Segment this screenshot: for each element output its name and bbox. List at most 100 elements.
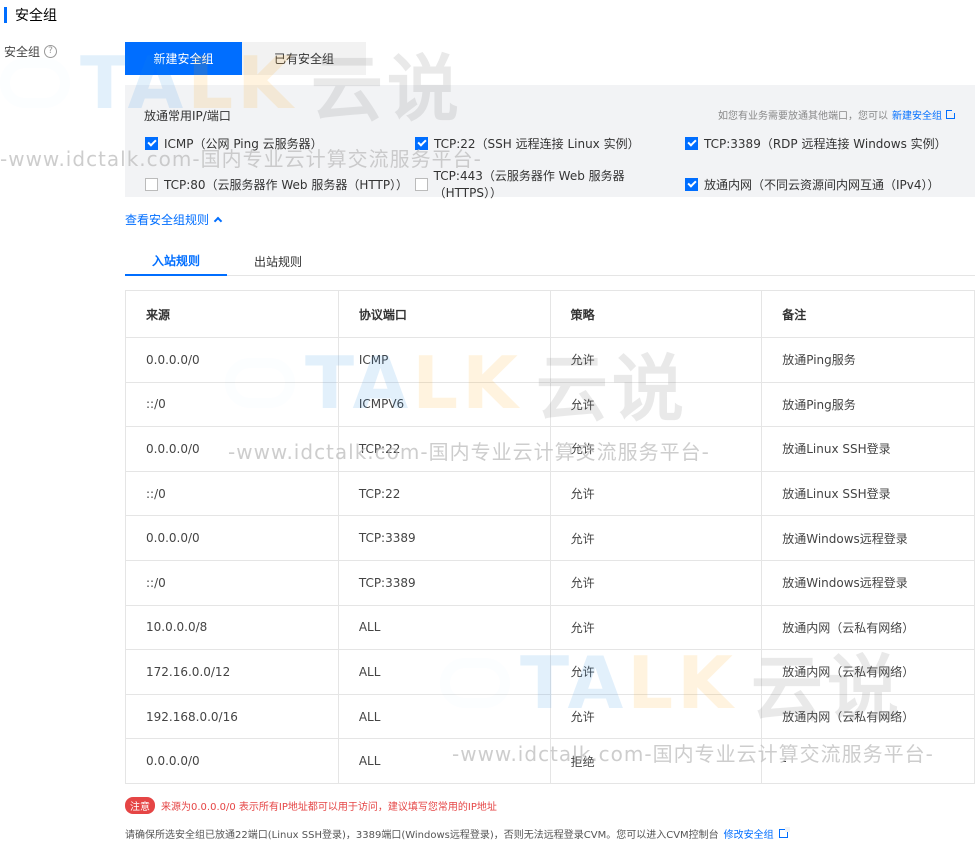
checkbox-intranet-box[interactable] — [685, 177, 698, 191]
cell-remark: 放通Ping服务 — [761, 381, 975, 428]
checkbox-tcp22[interactable]: TCP:22（SSH 远程连接 Linux 实例） — [415, 135, 685, 152]
cell-source: ::/0 — [125, 559, 339, 606]
security-group-label-text: 安全组 — [4, 45, 41, 59]
cell-port: ICMP — [337, 337, 551, 383]
external-link-icon — [778, 827, 790, 838]
watermark-cloud-icon — [0, 58, 70, 108]
cell-source: 0.0.0.0/0 — [125, 337, 339, 383]
cell-policy: 允许 — [549, 604, 763, 651]
notice-badge: 注意 — [125, 797, 155, 814]
checkbox-tcp80-box[interactable] — [145, 177, 158, 191]
notice-text: 来源为0.0.0.0/0 表示所有IP地址都可以用于访问，建议填写您常用的IP地… — [161, 802, 497, 813]
table-row: 0.0.0.0/0 TCP:22 允许 放通Linux SSH登录 — [125, 426, 975, 472]
new-security-group-button[interactable]: 新建安全组 — [125, 42, 242, 75]
cell-port: TCP:22 — [337, 426, 551, 472]
table-row: 0.0.0.0/0 ICMP 允许 放通Ping服务 — [125, 337, 975, 383]
column-header-remark: 备注 — [761, 290, 975, 338]
checkbox-tcp22-box[interactable] — [415, 137, 428, 150]
cell-remark: 放通Linux SSH登录 — [761, 470, 975, 517]
cell-source: ::/0 — [125, 470, 339, 517]
table-header-row: 来源 协议端口 策略 备注 — [125, 290, 975, 338]
checkbox-tcp443-box[interactable] — [415, 177, 428, 191]
cell-remark: 放通Linux SSH登录 — [761, 426, 975, 472]
cell-source: ::/0 — [125, 381, 339, 428]
cell-remark: 放通内网（云私有网络） — [761, 693, 975, 740]
cell-source: 172.16.0.0/12 — [125, 649, 339, 695]
cell-remark: 放通Windows远程登录 — [761, 559, 975, 606]
column-header-policy: 策略 — [549, 290, 763, 338]
cell-remark: - — [761, 738, 975, 784]
cell-policy: 拒绝 — [549, 738, 763, 784]
column-header-port: 协议端口 — [337, 290, 551, 338]
panel-tip-text: 如您有业务需要放通其他端口，您可以 — [718, 111, 888, 122]
cell-policy: 允许 — [549, 693, 763, 740]
cell-policy: 允许 — [549, 337, 763, 383]
checkbox-tcp80[interactable]: TCP:80（云服务器作 Web 服务器（HTTP）） — [145, 167, 415, 201]
modify-security-group-link[interactable]: 修改安全组 — [724, 826, 774, 841]
table-row: 0.0.0.0/0 ALL 拒绝 - — [125, 738, 975, 784]
footnote: 请确保所选安全组已放通22端口(Linux SSH登录)，3389端口(Wind… — [125, 826, 790, 841]
table-row: 0.0.0.0/0 TCP:3389 允许 放通Windows远程登录 — [125, 515, 975, 561]
cell-source: 10.0.0.0/8 — [125, 604, 339, 651]
cell-source: 192.168.0.0/16 — [125, 693, 339, 740]
table-row: ::/0 ICMPV6 允许 放通Ping服务 — [125, 381, 975, 428]
security-group-label: 安全组 ? — [4, 43, 58, 60]
checkbox-tcp80-label: TCP:80（云服务器作 Web 服务器（HTTP）） — [164, 177, 409, 192]
panel-tip: 如您有业务需要放通其他端口，您可以 新建安全组 — [718, 107, 957, 122]
table-row: 192.168.0.0/16 ALL 允许 放通内网（云私有网络） — [125, 693, 975, 740]
rule-tabs: 入站规则 出站规则 — [125, 246, 975, 276]
footnote-text: 请确保所选安全组已放通22端口(Linux SSH登录)，3389端口(Wind… — [125, 830, 719, 841]
cell-port: ALL — [337, 693, 551, 740]
tab-inbound[interactable]: 入站规则 — [125, 246, 228, 276]
checkbox-intranet[interactable]: 放通内网（不同云资源间内网互通（IPv4）） — [685, 167, 940, 201]
cell-port: ALL — [337, 604, 551, 651]
column-header-source: 来源 — [125, 290, 339, 338]
cell-source: 0.0.0.0/0 — [125, 426, 339, 472]
cell-remark: 放通内网（云私有网络） — [761, 604, 975, 651]
source-notice: 注意 来源为0.0.0.0/0 表示所有IP地址都可以用于访问，建议填写您常用的… — [125, 797, 497, 814]
help-icon[interactable]: ? — [44, 45, 58, 58]
tab-outbound[interactable]: 出站规则 — [227, 246, 329, 276]
cell-remark: 放通Windows远程登录 — [761, 515, 975, 561]
cell-policy: 允许 — [549, 515, 763, 561]
section-title: 安全组 — [15, 8, 57, 24]
table-row: ::/0 TCP:3389 允许 放通Windows远程登录 — [125, 559, 975, 606]
cell-policy: 允许 — [549, 426, 763, 472]
cell-remark: 放通Ping服务 — [761, 337, 975, 383]
checkbox-tcp443[interactable]: TCP:443（云服务器作 Web 服务器（HTTPS）） — [415, 167, 685, 201]
checkbox-icmp[interactable]: ICMP（公网 Ping 云服务器） — [145, 135, 415, 152]
checkbox-tcp3389-box[interactable] — [685, 137, 698, 150]
cell-port: TCP:3389 — [337, 559, 551, 606]
section-header: 安全组 — [0, 0, 57, 30]
checkbox-tcp3389-label: TCP:3389（RDP 远程连接 Windows 实例） — [704, 137, 947, 151]
existing-security-group-button[interactable]: 已有安全组 — [242, 42, 366, 75]
checkbox-intranet-label: 放通内网（不同云资源间内网互通（IPv4）） — [704, 177, 940, 192]
view-rules-label: 查看安全组规则 — [125, 213, 210, 227]
section-accent-bar — [4, 7, 7, 23]
checkbox-tcp443-label: TCP:443（云服务器作 Web 服务器（HTTPS）） — [433, 169, 625, 200]
new-security-group-link[interactable]: 新建安全组 — [892, 107, 942, 122]
cell-policy: 允许 — [549, 559, 763, 606]
cell-policy: 允许 — [549, 649, 763, 695]
common-ports-title: 放通常用IP/端口 — [144, 109, 231, 123]
cell-remark: 放通内网（云私有网络） — [761, 649, 975, 695]
cell-port: ICMPV6 — [337, 381, 551, 428]
view-rules-toggle[interactable]: 查看安全组规则 — [125, 211, 223, 228]
checkbox-icmp-box[interactable] — [145, 137, 158, 150]
external-link-icon — [946, 108, 957, 119]
chevron-up-icon — [213, 216, 223, 226]
checkbox-tcp22-label: TCP:22（SSH 远程连接 Linux 实例） — [434, 137, 640, 151]
checkbox-row-1: ICMP（公网 Ping 云服务器） TCP:22（SSH 远程连接 Linux… — [145, 135, 947, 152]
cell-policy: 允许 — [549, 381, 763, 428]
checkbox-icmp-label: ICMP（公网 Ping 云服务器） — [164, 137, 323, 151]
checkbox-tcp3389[interactable]: TCP:3389（RDP 远程连接 Windows 实例） — [685, 135, 947, 152]
inbound-rules-table: 来源 协议端口 策略 备注 0.0.0.0/0 ICMP 允许 放通Ping服务… — [125, 290, 975, 784]
cell-source: 0.0.0.0/0 — [125, 515, 339, 561]
cell-port: TCP:22 — [337, 470, 551, 517]
cell-port: TCP:3389 — [337, 515, 551, 561]
security-group-mode-switch: 新建安全组 已有安全组 — [125, 42, 366, 75]
cell-port: ALL — [337, 738, 551, 784]
cell-policy: 允许 — [549, 470, 763, 517]
cell-source: 0.0.0.0/0 — [125, 738, 339, 784]
table-row: 172.16.0.0/12 ALL 允许 放通内网（云私有网络） — [125, 649, 975, 695]
